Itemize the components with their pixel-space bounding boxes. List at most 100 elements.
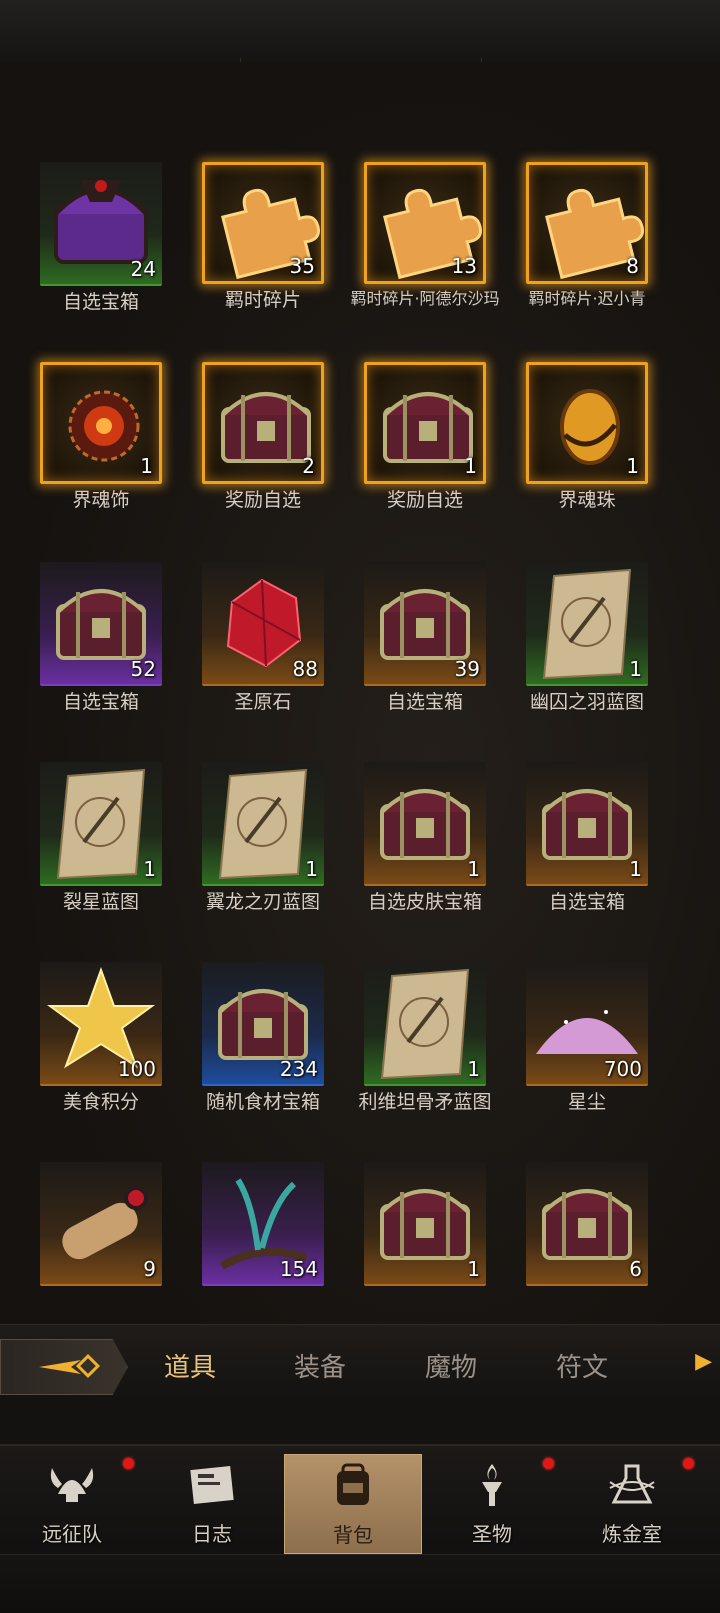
item-slot: 1 — [40, 762, 162, 886]
inventory-item[interactable]: 6 — [526, 1162, 650, 1292]
item-count: 1 — [629, 657, 642, 681]
item-slot: 6 — [526, 1162, 648, 1286]
item-name: 星尘 — [567, 1091, 606, 1113]
item-count: 52 — [130, 657, 156, 681]
torch-icon — [482, 1464, 502, 1506]
inventory-item[interactable]: 1 奖励自选 — [364, 362, 488, 511]
inventory-item[interactable]: 52 自选宝箱 — [40, 562, 164, 713]
inventory-item[interactable]: 1 自选皮肤宝箱 — [364, 762, 488, 913]
nav-label: 背包 — [333, 1523, 373, 1547]
tab-monsters[interactable]: 魔物 — [425, 1347, 477, 1384]
item-name: 美食积分 — [62, 1091, 139, 1113]
item-slot: 1 — [526, 362, 648, 484]
inventory-item[interactable]: 13 羁时碎片·阿德尔沙玛 — [350, 162, 500, 307]
inventory-item[interactable]: 1 裂星蓝图 — [40, 762, 164, 913]
item-slot: 1 — [364, 962, 486, 1086]
next-tab-arrow-icon[interactable]: ▶ — [695, 1349, 712, 1374]
inventory-item[interactable]: 88 圣原石 — [202, 562, 326, 713]
tab-equipment[interactable]: 装备 — [294, 1347, 346, 1384]
item-count: 1 — [464, 454, 477, 478]
item-name: 利维坦骨矛蓝图 — [358, 1091, 492, 1113]
item-slot: 1 — [40, 362, 162, 484]
inventory-item[interactable]: 39 自选宝箱 — [364, 562, 488, 713]
nav-alchemy[interactable]: 炼金室 — [564, 1454, 700, 1552]
item-count: 1 — [140, 454, 153, 478]
item-name: 奖励自选 — [386, 489, 463, 511]
category-tabs: 道具 装备 魔物 符文 ▶ — [0, 1324, 720, 1401]
item-count: 35 — [289, 254, 315, 278]
item-slot: 234 — [202, 962, 324, 1086]
item-count: 1 — [629, 857, 642, 881]
item-name: 裂星蓝图 — [62, 891, 139, 913]
item-slot: 8 — [526, 162, 648, 284]
item-count: 234 — [279, 1057, 318, 1081]
item-count: 700 — [603, 1057, 642, 1081]
inventory-item[interactable]: 24 自选宝箱 — [40, 162, 164, 313]
inventory-item[interactable]: 234 随机食材宝箱 — [202, 962, 326, 1113]
nav-journal[interactable]: 日志 — [144, 1454, 280, 1552]
item-name: 翼龙之刃蓝图 — [205, 891, 320, 913]
item-count: 13 — [451, 254, 477, 278]
item-count: 100 — [117, 1057, 156, 1081]
item-count: 1 — [467, 1257, 480, 1281]
inventory-item[interactable]: 100 美食积分 — [40, 962, 164, 1113]
item-slot: 39 — [364, 562, 486, 686]
item-slot: 154 — [202, 1162, 324, 1286]
item-count: 8 — [626, 254, 639, 278]
notification-badge — [543, 1458, 554, 1469]
item-name: 界魂饰 — [72, 489, 130, 511]
nav-relics[interactable]: 圣物 — [424, 1454, 560, 1552]
bottom-frame — [0, 1554, 720, 1613]
item-count: 24 — [130, 257, 156, 281]
bottom-nav: 远征队 日志 背包 圣物 炼金室 — [0, 1444, 720, 1556]
item-count: 1 — [467, 857, 480, 881]
item-slot: 1 — [526, 562, 648, 686]
notification-badge — [683, 1458, 694, 1469]
journal-icon — [190, 1466, 234, 1504]
item-name: 自选宝箱 — [62, 291, 139, 313]
item-count: 2 — [302, 454, 315, 478]
nav-expedition[interactable]: 远征队 — [4, 1454, 140, 1552]
inventory-item[interactable]: 1 — [364, 1162, 488, 1292]
item-name: 幽囚之羽蓝图 — [529, 691, 644, 713]
item-slot: 1 — [364, 1162, 486, 1286]
item-slot: 35 — [202, 162, 324, 284]
item-slot: 1 — [202, 762, 324, 886]
item-name: 圣原石 — [234, 691, 292, 713]
diamond-arrow-icon — [39, 1353, 101, 1379]
inventory-item[interactable]: 700 星尘 — [526, 962, 650, 1113]
item-slot: 52 — [40, 562, 162, 686]
nav-label: 圣物 — [472, 1522, 512, 1546]
tab-back-button[interactable] — [0, 1339, 128, 1395]
tab-items[interactable]: 道具 — [164, 1347, 216, 1384]
inventory-item[interactable]: 9 — [40, 1162, 164, 1292]
inventory-item[interactable]: 1 界魂饰 — [40, 362, 164, 511]
inventory-item[interactable]: 1 利维坦骨矛蓝图 — [358, 962, 492, 1113]
inventory-item[interactable]: 8 羁时碎片·迟小青 — [526, 162, 650, 307]
item-slot: 2 — [202, 362, 324, 484]
inventory-item[interactable]: 2 奖励自选 — [202, 362, 326, 511]
item-slot: 24 — [40, 162, 162, 286]
inventory-item[interactable]: 154 — [202, 1162, 326, 1292]
backpack-icon — [337, 1463, 369, 1505]
tab-runes[interactable]: 符文 — [556, 1347, 608, 1384]
inventory-panel: 24 自选宝箱 35 羁时碎片 13 羁时碎片·阿德尔沙玛 8 羁时碎片·迟小青 1 界魂… — [0, 62, 720, 1344]
item-name: 羁时碎片 — [224, 289, 301, 311]
inventory-item[interactable]: 1 界魂珠 — [526, 362, 650, 511]
item-slot: 9 — [40, 1162, 162, 1286]
item-count: 1 — [305, 857, 318, 881]
nav-backpack[interactable]: 背包 — [284, 1454, 422, 1554]
item-name: 自选宝箱 — [548, 891, 625, 913]
inventory-item[interactable]: 1 幽囚之羽蓝图 — [526, 562, 650, 713]
item-name: 羁时碎片·迟小青 — [528, 289, 646, 308]
item-slot: 1 — [364, 762, 486, 886]
item-slot: 88 — [202, 562, 324, 686]
inventory-item[interactable]: 1 自选宝箱 — [526, 762, 650, 913]
item-name: 自选宝箱 — [386, 691, 463, 713]
inventory-item[interactable]: 35 羁时碎片 — [202, 162, 326, 311]
item-slot: 13 — [364, 162, 486, 284]
item-count: 1 — [143, 857, 156, 881]
inventory-item[interactable]: 1 翼龙之刃蓝图 — [202, 762, 326, 913]
item-name: 随机食材宝箱 — [205, 1091, 320, 1113]
item-count: 88 — [292, 657, 318, 681]
